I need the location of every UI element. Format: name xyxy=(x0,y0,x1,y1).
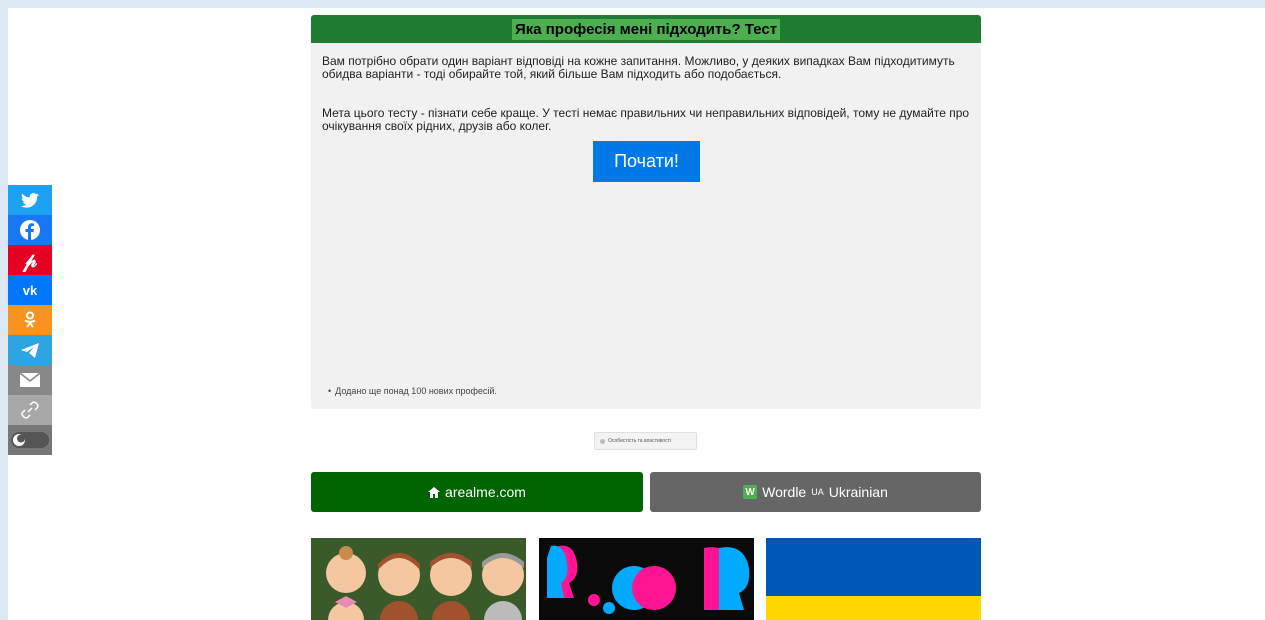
flag-yellow-stripe xyxy=(766,596,981,620)
vk-share-button[interactable]: vk xyxy=(8,275,52,305)
purpose-text: Мета цього тесту - пізнати себе краще. У… xyxy=(322,106,970,133)
related-test-card-family[interactable] xyxy=(311,538,526,620)
home-link-label: arealme.com xyxy=(445,484,526,500)
family-faces-image xyxy=(326,546,524,620)
twitter-icon xyxy=(21,192,39,208)
email-share-button[interactable] xyxy=(8,365,52,395)
wordle-badge-icon: W xyxy=(743,485,758,499)
copy-link-button[interactable] xyxy=(8,395,52,425)
privacy-button[interactable]: Особистість та властивості xyxy=(594,432,697,450)
start-button[interactable]: Почати! xyxy=(593,141,700,182)
brain-heads-image xyxy=(547,545,750,614)
note-text: Додано ще понад 100 нових професій. xyxy=(335,386,497,396)
quiz-header: Яка професія мені підходить? Тест xyxy=(311,15,981,43)
related-test-card-ukraine[interactable] xyxy=(766,538,981,620)
odnoklassniki-icon xyxy=(24,311,36,328)
dark-mode-toggle-icon xyxy=(11,432,49,448)
note-item: • Додано ще понад 100 нових професій. xyxy=(328,386,497,396)
share-sidebar: 𝓅 vk xyxy=(8,185,52,455)
telegram-icon xyxy=(21,342,39,358)
odnoklassniki-share-button[interactable] xyxy=(8,305,52,335)
page: Яка професія мені підходить? Тест Вам по… xyxy=(8,8,1265,620)
email-icon xyxy=(20,373,40,387)
home-icon xyxy=(428,486,441,498)
twitter-share-button[interactable] xyxy=(8,185,52,215)
wordle-lang-label: Ukrainian xyxy=(828,484,888,500)
bullet-icon: • xyxy=(328,386,332,396)
dot-icon xyxy=(600,438,605,444)
dark-mode-toggle[interactable] xyxy=(8,425,52,455)
pinterest-icon: 𝓅 xyxy=(22,248,38,272)
related-test-card-brain[interactable] xyxy=(539,538,754,620)
quiz-title: Яка професія мені підходить? Тест xyxy=(511,18,781,40)
home-link-button[interactable]: arealme.com xyxy=(311,472,643,512)
wordle-ua-label: UA xyxy=(811,487,824,497)
quiz-panel: Яка професія мені підходить? Тест Вам по… xyxy=(311,15,981,409)
facebook-icon xyxy=(20,220,40,240)
pinterest-share-button[interactable]: 𝓅 xyxy=(8,245,52,275)
vk-icon: vk xyxy=(22,282,38,298)
wordle-link-button[interactable]: W Wordle UA Ukrainian xyxy=(650,472,981,512)
facebook-share-button[interactable] xyxy=(8,215,52,245)
link-icon xyxy=(21,401,39,419)
wordle-label: Wordle xyxy=(762,484,807,500)
privacy-label: Особистість та властивості xyxy=(608,438,672,444)
telegram-share-button[interactable] xyxy=(8,335,52,365)
instructions-text: Вам потрібно обрати один варіант відпові… xyxy=(322,54,955,81)
